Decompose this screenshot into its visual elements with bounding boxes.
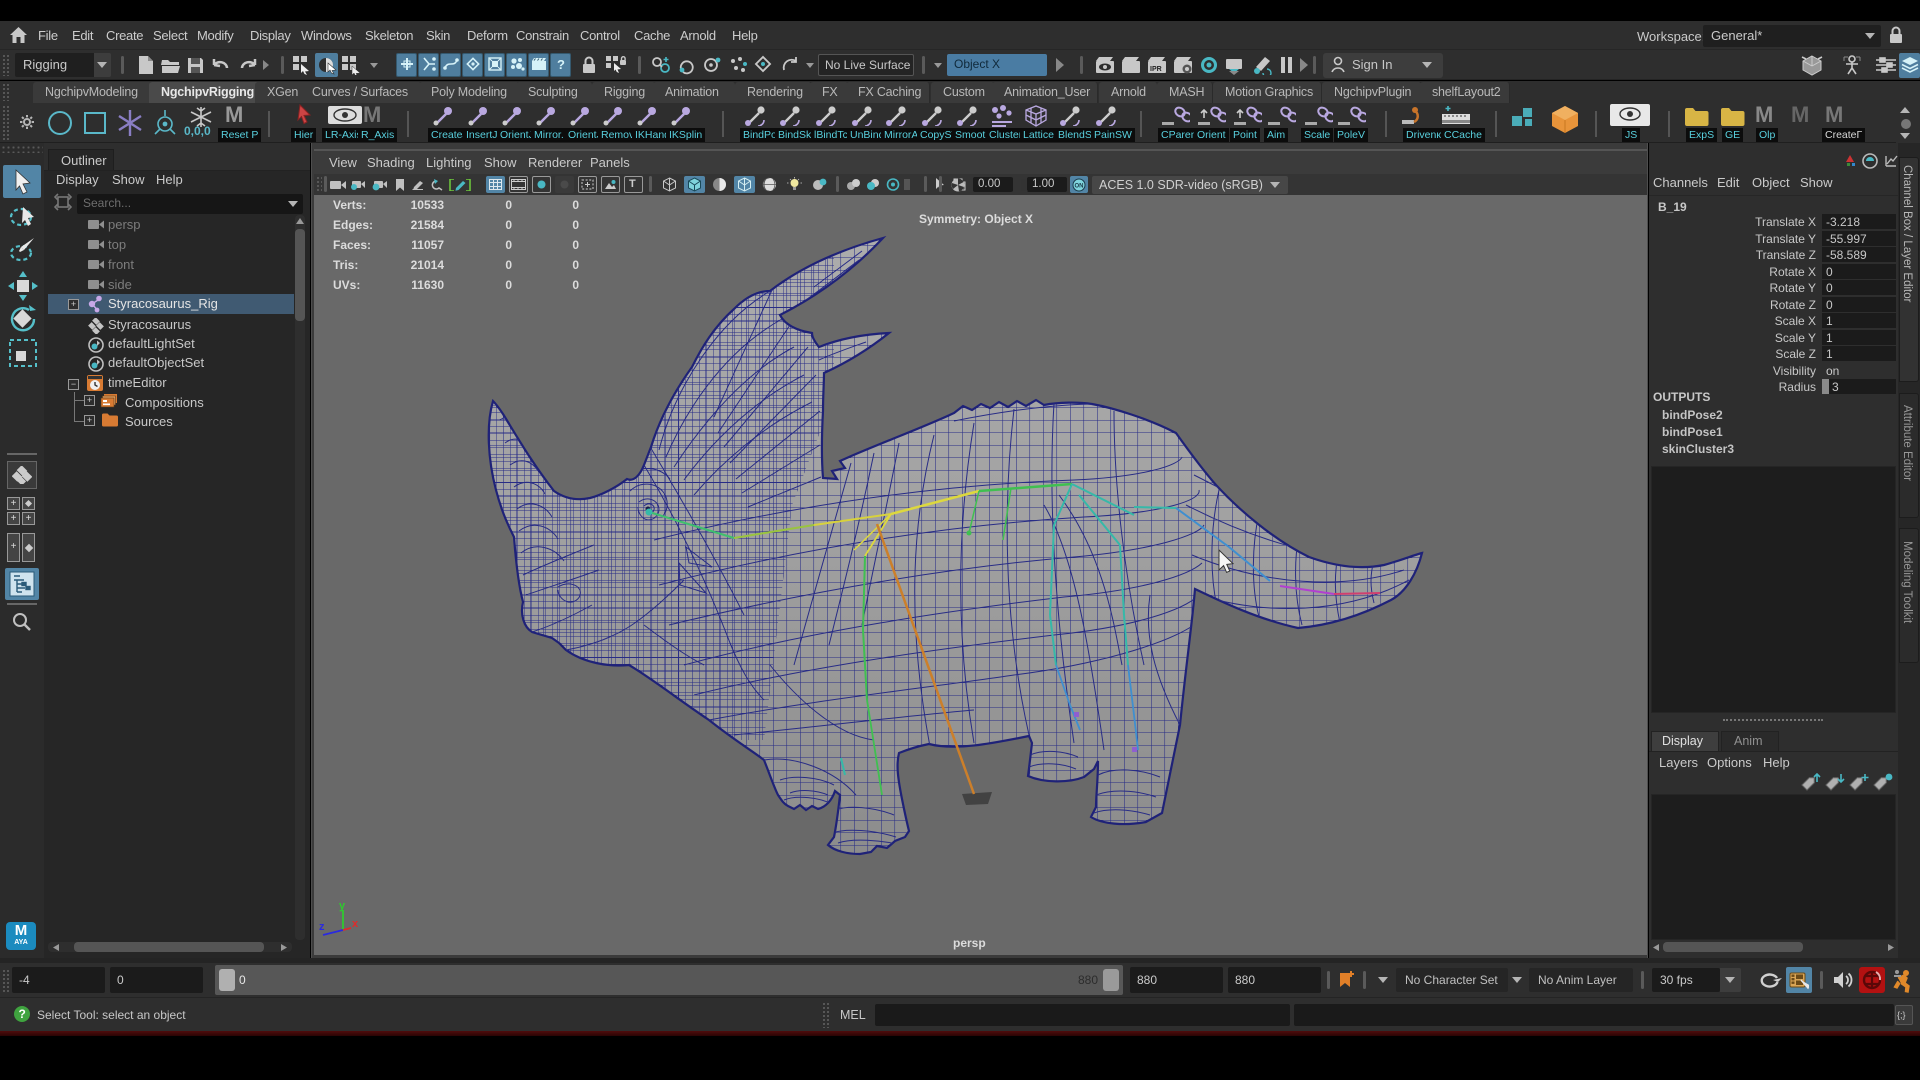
svg-text:M: M (1755, 104, 1773, 126)
svg-text:M: M (1825, 104, 1843, 126)
svg-text:ON: ON (1075, 184, 1084, 190)
svg-text:?: ? (557, 57, 565, 72)
svg-text:M: M (1791, 104, 1809, 126)
svg-text:M: M (225, 104, 243, 126)
svg-text:IPR: IPR (1150, 66, 1162, 73)
svg-text:M: M (363, 104, 381, 126)
